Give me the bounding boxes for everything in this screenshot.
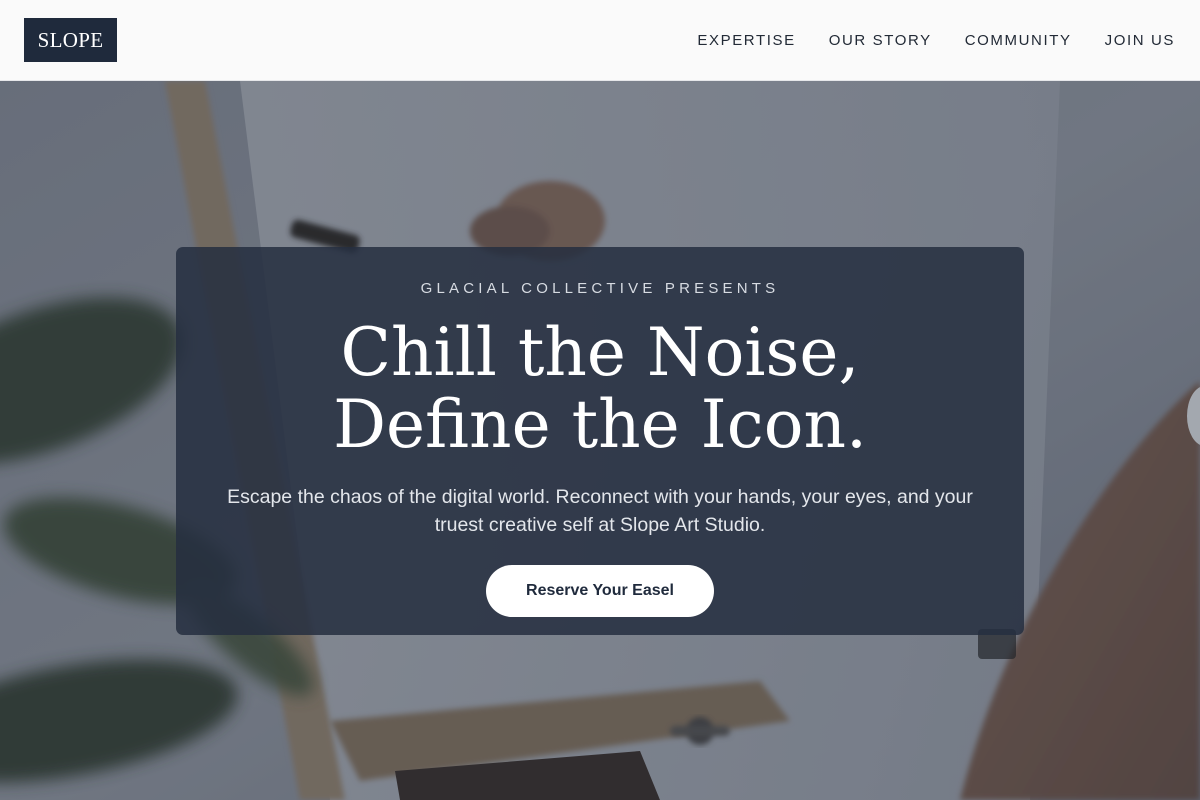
- nav-link-join-us[interactable]: JOIN US: [1105, 32, 1175, 49]
- hero-headline-line-2: Define the Icon.: [333, 386, 867, 463]
- hero-card: GLACIAL COLLECTIVE PRESENTS Chill the No…: [176, 247, 1024, 635]
- hero-headline: Chill the Noise, Define the Icon.: [176, 317, 1024, 461]
- nav-link-expertise[interactable]: EXPERTISE: [697, 32, 795, 49]
- site-header: SLOPE EXPERTISE OUR STORY COMMUNITY JOIN…: [0, 0, 1200, 81]
- nav-link-our-story[interactable]: OUR STORY: [829, 32, 932, 49]
- hero-headline-line-1: Chill the Noise,: [340, 314, 860, 391]
- hero-subtext: Escape the chaos of the digital world. R…: [227, 486, 973, 536]
- logo[interactable]: SLOPE: [24, 18, 117, 62]
- main-nav: EXPERTISE OUR STORY COMMUNITY JOIN US: [697, 0, 1175, 80]
- nav-link-community[interactable]: COMMUNITY: [965, 32, 1072, 49]
- reserve-easel-button[interactable]: Reserve Your Easel: [486, 565, 714, 617]
- hero-eyebrow: GLACIAL COLLECTIVE PRESENTS: [420, 280, 780, 297]
